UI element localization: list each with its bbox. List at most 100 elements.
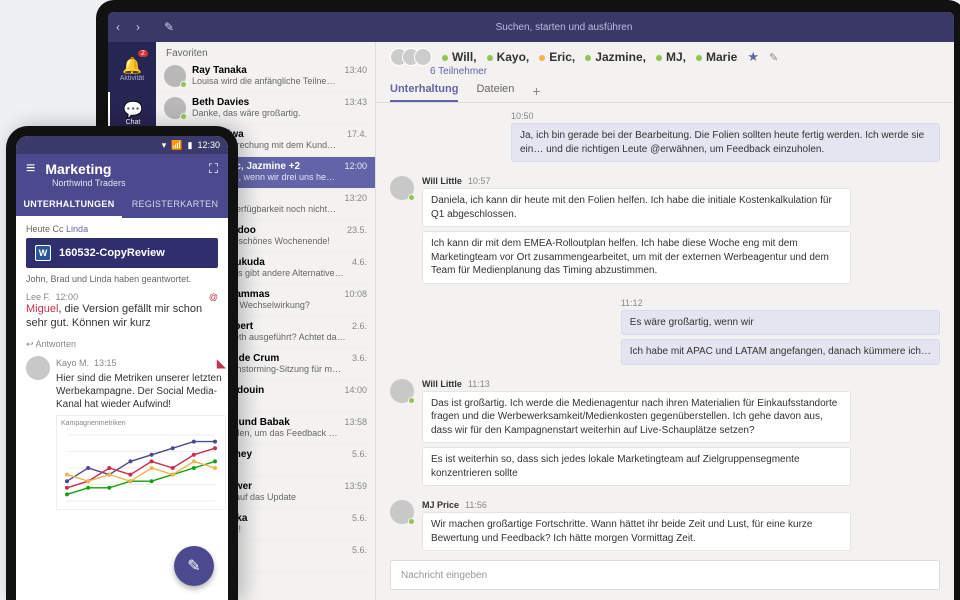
phone-message: Kayo M. 13:15 ◣ Hier sind die Metriken u… [26, 356, 218, 510]
message-bubble: Ich habe mit APAC und LATAM angefangen, … [621, 339, 940, 365]
participant-count[interactable]: 6 Teilnehmer [390, 66, 940, 77]
team-subtitle: Northwind Traders [52, 178, 218, 188]
conversation-pane: Will, Kayo, Eric, Jazmine, MJ, Marie ★ ✎ 6 Teil… [376, 42, 954, 600]
phone-frame: ▾ 📶 ▮ 12:30 ≡ Marketing ⛶ Northwind Trad… [6, 126, 238, 600]
chat-name: Beth Davies [192, 97, 338, 108]
message-bubble: Daniela, ich kann dir heute mit den Foli… [422, 188, 851, 227]
file-attachment[interactable]: W 160532-CopyReview [26, 238, 218, 268]
chat-time: 13:20 [344, 193, 367, 216]
chat-preview: Louisa wird die anfängliche Teilnehmerli… [192, 76, 338, 86]
rail-icon: 🔔 [122, 59, 142, 75]
compose-icon[interactable]: ✎ [164, 20, 174, 34]
phone-body: Heute Cc Linda W 160532-CopyReview John,… [16, 218, 228, 590]
clock: 12:30 [197, 140, 220, 150]
participant[interactable]: Eric, [539, 50, 575, 64]
reply-summary: John, Brad und Linda haben geantwortet. [26, 274, 218, 284]
hamburger-icon[interactable]: ≡ [26, 160, 35, 178]
avatar [164, 97, 186, 119]
rail-label: Chat [126, 119, 141, 126]
reply-link[interactable]: ↩ Antworten [26, 339, 218, 350]
chat-time: 14:00 [344, 385, 367, 408]
file-name: 160532-CopyReview [59, 247, 165, 259]
chat-time: 5.6. [352, 513, 367, 536]
titlebar: ‹ › ✎ Suchen, starten und ausführen [108, 12, 954, 42]
participant[interactable]: Kayo, [487, 50, 530, 64]
chart-plot [61, 429, 221, 507]
signal-icon: 📶 [171, 140, 182, 151]
chart-title: Kampagnenmetriken [61, 420, 221, 427]
message-bubble: Wir machen großartige Fortschritte. Wann… [422, 512, 851, 551]
avatar[interactable] [390, 379, 414, 403]
chat-time: 17.4. [347, 129, 367, 152]
message-bubble: Ja, ich bin gerade bei der Bearbeitung. … [511, 123, 940, 162]
battery-icon: ▮ [188, 140, 193, 151]
tab-files[interactable]: Dateien [476, 83, 514, 102]
chat-time: 12:00 [344, 161, 367, 184]
message: MJ Price11:56 Wir machen großartige Fort… [390, 500, 940, 554]
phone-tabs: UNTERHALTUNGEN REGISTERKARTEN [16, 192, 228, 218]
compose-fab[interactable]: ✎ [174, 546, 214, 586]
chat-item[interactable]: Beth DaviesDanke, das wäre großartig. 13… [156, 93, 375, 125]
avatar[interactable] [390, 176, 414, 200]
chat-item[interactable]: Ray TanakaLouisa wird die anfängliche Te… [156, 61, 375, 93]
participant[interactable]: Marie [696, 50, 737, 64]
participant[interactable]: Will, [442, 50, 477, 64]
message-list: 10:50 Ja, ich bin gerade bei der Bearbei… [376, 103, 954, 554]
phone-statusbar: ▾ 📶 ▮ 12:30 [16, 136, 228, 154]
message-time: 11:12 [621, 298, 940, 308]
message: Will Little10:57 Daniela, ich kann dir h… [390, 176, 940, 288]
tab-conversations[interactable]: UNTERHALTUNGEN [16, 192, 122, 218]
message-bubble: Das ist großartig. Ich werde die Mediena… [422, 391, 851, 444]
phone-appbar: ≡ Marketing ⛶ Northwind Traders [16, 154, 228, 192]
favorites-header: Favoriten [156, 42, 375, 61]
nav-back-icon[interactable]: ‹ [108, 20, 128, 34]
chat-time: 23.5. [347, 225, 367, 248]
rail-label: Aktivität [120, 75, 145, 82]
chat-time: 13:43 [344, 97, 367, 120]
chat-time: 13:40 [344, 65, 367, 88]
cc-link[interactable]: Linda [66, 224, 88, 234]
participant[interactable]: Jazmine, [585, 50, 646, 64]
edit-icon[interactable]: ✎ [769, 51, 778, 64]
chat-time: 4.6. [352, 257, 367, 280]
chat-time: 13:58 [344, 417, 367, 440]
group-avatars [390, 48, 432, 66]
message-bubble: Es wäre großartig, wenn wir [621, 310, 940, 336]
wifi-icon: ▾ [162, 140, 167, 151]
rail-item-aktivität[interactable]: 🔔Aktivität2 [108, 48, 156, 92]
expand-icon[interactable]: ⛶ [209, 161, 218, 177]
message-text: Hier sind die Metriken unserer letzten W… [56, 372, 226, 411]
message-bubble: Es ist weiterhin so, dass sich jedes lok… [422, 447, 851, 486]
message-time: 10:50 [511, 111, 940, 121]
conversation-tabs: Unterhaltung Dateien + [376, 77, 954, 103]
participant[interactable]: MJ, [656, 50, 686, 64]
mention-icon: @ [209, 292, 218, 302]
message-bubble: Ich kann dir mit dem EMEA-Rolloutplan he… [422, 231, 851, 284]
avatar[interactable] [26, 356, 50, 380]
favorite-icon[interactable]: ★ [747, 49, 759, 65]
mention[interactable]: Miguel [26, 303, 58, 315]
chart-card[interactable]: Kampagnenmetriken [56, 415, 226, 510]
avatar [164, 65, 186, 87]
chat-name: Ray Tanaka [192, 65, 338, 76]
tab-registers[interactable]: REGISTERKARTEN [122, 192, 228, 218]
bookmark-icon[interactable]: ◣ [217, 356, 226, 370]
search-input[interactable]: Suchen, starten und ausführen [174, 22, 954, 33]
today-marker: Heute Cc Linda [26, 224, 218, 234]
nav-fwd-icon[interactable]: › [128, 20, 148, 34]
own-message: 11:12 Es wäre großartig, wenn wir Ich ha… [390, 298, 940, 369]
chat-time: 5.6. [352, 545, 367, 568]
channel-title: Marketing [45, 161, 199, 177]
rail-icon: 💬 [123, 103, 143, 119]
tab-conversation[interactable]: Unterhaltung [390, 83, 458, 102]
message: Will Little11:13 Das ist großartig. Ich … [390, 379, 940, 491]
chat-time: 5.6. [352, 449, 367, 472]
tab-add-icon[interactable]: + [532, 83, 540, 102]
chat-time: 2.6. [352, 321, 367, 344]
compose-input[interactable]: Nachricht eingeben [390, 560, 940, 590]
word-icon: W [35, 245, 51, 261]
own-message: 10:50 Ja, ich bin gerade bei der Bearbei… [390, 111, 940, 166]
avatar[interactable] [390, 500, 414, 524]
participant-list: Will, Kayo, Eric, Jazmine, MJ, Marie ★ ✎ [390, 48, 940, 66]
chat-time: 3.6. [352, 353, 367, 376]
